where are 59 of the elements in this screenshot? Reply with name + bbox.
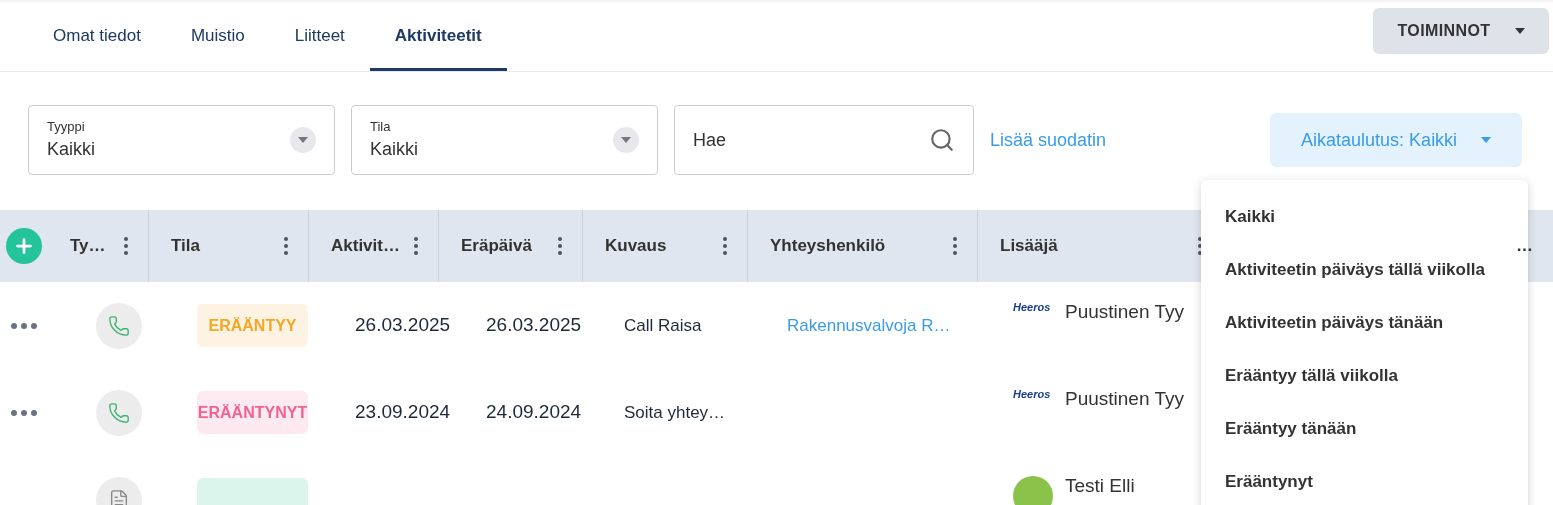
table-cell-text: 26.03.2025 — [355, 313, 451, 338]
select-field[interactable]: Tila Kaikki — [351, 105, 658, 175]
column-header: Aktivit… — [331, 235, 400, 258]
caret-icon — [298, 137, 308, 143]
select-field[interactable]: Tyyppi Kaikki — [28, 105, 335, 175]
tab[interactable]: Liitteet — [269, 4, 370, 71]
column-header: Kuvaus — [605, 235, 667, 258]
dropdown-icon[interactable] — [613, 127, 639, 153]
table-cell-text: Soita yhtey… — [624, 401, 726, 424]
plus-icon — [13, 235, 35, 257]
menu-item[interactable]: Erääntynyt — [1201, 455, 1511, 505]
search-input[interactable]: Hae — [693, 126, 929, 154]
actions-button[interactable]: TOIMINNOT — [1373, 8, 1549, 54]
kebab-menu-icon[interactable] — [124, 237, 128, 255]
caret-icon — [621, 137, 631, 143]
table-cell-text: 24.09.2024 — [486, 400, 582, 425]
user-name: Puustinen Tyy — [1065, 387, 1184, 411]
field-label: Tyyppi — [47, 117, 86, 136]
column-header: Eräpäivä — [461, 235, 532, 258]
table-cell-text: Call Raisa — [624, 314, 702, 337]
kebab-menu-icon[interactable] — [558, 237, 562, 255]
phone-icon — [96, 389, 142, 436]
kebab-menu-icon[interactable] — [723, 237, 727, 255]
tab[interactable]: Aktiviteetit — [369, 4, 507, 71]
company-logo: Heeros — [1013, 302, 1052, 313]
column-header: Tila — [171, 235, 200, 258]
avatar-icon — [1013, 476, 1053, 505]
caret-icon — [1514, 28, 1525, 34]
status-badge: ERÄÄNTYY — [197, 304, 308, 347]
field-value: Kaikki — [370, 138, 418, 162]
more-icon[interactable] — [11, 322, 37, 329]
column-header: Ty… — [70, 235, 106, 258]
more-icon[interactable] — [11, 409, 37, 416]
menu-item[interactable]: Aktiviteetin päiväys tänään — [1201, 296, 1511, 349]
column-header: Lisääjä — [1000, 235, 1058, 258]
company-logo: Heeros — [1013, 389, 1052, 400]
menu-item[interactable]: Erääntyy tällä viikolla — [1201, 349, 1511, 402]
menu-item[interactable]: Aktiviteetin päiväys tällä viikolla — [1201, 243, 1511, 296]
caret-icon — [1481, 137, 1492, 143]
tab[interactable]: Omat tiedot — [28, 4, 166, 71]
kebab-menu-icon[interactable] — [953, 237, 957, 255]
field-label: Tila — [370, 117, 392, 136]
search-icon[interactable] — [929, 127, 955, 153]
status-badge: ERÄÄNTYNYT — [197, 391, 308, 434]
phone-icon — [96, 302, 142, 349]
tab[interactable]: Muistio — [165, 4, 270, 71]
user-name: Puustinen Tyy — [1065, 300, 1184, 324]
dropdown-icon[interactable] — [290, 127, 316, 153]
table-cell-text: 26.03.2025 — [486, 313, 582, 338]
search-field[interactable]: Hae — [674, 105, 974, 175]
table-cell-text: 23.09.2024 — [355, 400, 451, 425]
kebab-menu-icon[interactable] — [284, 237, 288, 255]
field-value: Kaikki — [47, 138, 95, 162]
column-header: Yhteyshenkilö — [770, 235, 886, 258]
menu-item[interactable]: Erääntyy tänään — [1201, 402, 1511, 455]
user-name: Testi Elli — [1065, 474, 1135, 498]
menu-item[interactable]: Kaikki — [1201, 190, 1511, 243]
kebab-menu-icon[interactable] — [414, 237, 418, 255]
column-header: … — [1516, 235, 1533, 258]
